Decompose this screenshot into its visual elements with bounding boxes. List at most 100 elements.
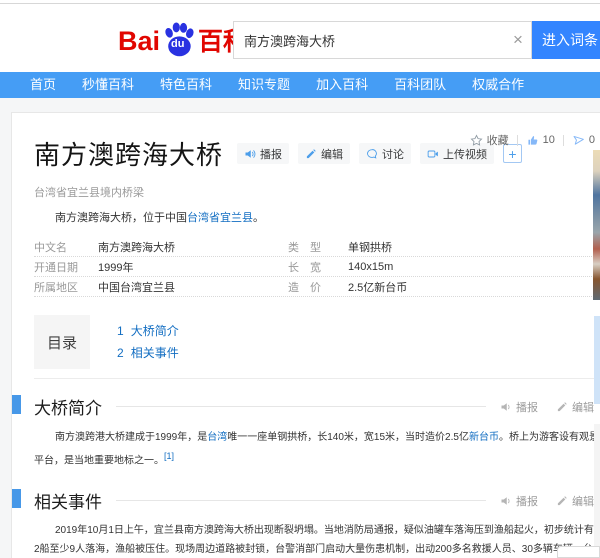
toc-item-2[interactable]: 2 相关事件 <box>117 342 179 364</box>
infobox-value: 中国台湾宜兰县 <box>98 281 175 294</box>
intro-text-end: 。 <box>253 212 264 224</box>
search-box: × <box>233 21 532 59</box>
infobox-value: 140x15m <box>348 260 394 273</box>
nav-item-tese[interactable]: 特色百科 <box>147 72 225 98</box>
collect-button[interactable]: 收藏 <box>470 132 509 148</box>
paragraph-line: 2船至少9人落海，渔船被压住。现场周边道路被封锁，台警消部门启动大量伤患机制，出… <box>34 544 593 556</box>
right-module-sliver <box>594 316 600 404</box>
section-actions: 播报 编辑 <box>500 399 594 415</box>
share-count: 0 <box>588 134 595 146</box>
infobox-label: 所属地区 <box>34 281 78 294</box>
baike-logo[interactable]: Bai du 百科 <box>118 21 248 59</box>
section-divider-line <box>116 500 486 502</box>
enter-entry-button[interactable]: 进入词条 <box>532 21 600 59</box>
page-actions: 收藏 10 0 <box>470 132 595 148</box>
section-title: 相关事件 <box>34 493 102 513</box>
share-button[interactable]: 0 <box>572 134 595 147</box>
infobox: 中文名 南方澳跨海大桥 类 型 单钢拱桥 开通日期 1999年 长 宽 140x… <box>34 237 594 297</box>
intro-location-link[interactable]: 台湾省宜兰县 <box>187 212 253 224</box>
share-icon <box>572 134 585 147</box>
nav-item-jiaru[interactable]: 加入百科 <box>303 72 381 98</box>
nav-item-quanwei[interactable]: 权威合作 <box>459 72 537 98</box>
chat-icon <box>366 148 378 160</box>
infobox-label: 开通日期 <box>34 261 78 274</box>
site-header: Bai du 百科 × 进入词条 <box>0 4 600 72</box>
text: 唯一一座单钢拱桥，长140米，宽15米，当时造价2.5亿 <box>227 432 469 443</box>
paragraph-line: 2019年10月1日上午，宜兰县南方澳跨海大桥出现断裂坍塌。当地消防局通报，疑似… <box>55 525 594 537</box>
section-marker <box>12 489 21 509</box>
collect-label: 收藏 <box>486 135 509 147</box>
toc-title: 目录 <box>34 315 90 369</box>
section-broadcast-label: 播报 <box>516 401 538 414</box>
toc-item-label: 相关事件 <box>130 346 179 360</box>
discuss-button[interactable]: 讨论 <box>359 143 412 164</box>
toc-item-number: 2 <box>117 346 124 360</box>
text: 平台，是当地重要地标之一。 <box>34 455 164 467</box>
logo-text-du: du <box>171 38 185 50</box>
divider <box>516 134 518 146</box>
taiwan-link[interactable]: 台湾 <box>207 432 227 443</box>
section-edit-button[interactable]: 编辑 <box>556 493 594 509</box>
pencil-icon <box>556 401 568 413</box>
nav-item-home[interactable]: 首页 <box>17 72 69 98</box>
section-marker <box>12 395 21 414</box>
discuss-label: 讨论 <box>382 148 405 161</box>
infobox-row: 所属地区 中国台湾宜兰县 造 价 2.5亿新台币 <box>34 277 594 297</box>
broadcast-button[interactable]: 播报 <box>237 143 290 164</box>
clear-search-icon[interactable]: × <box>505 21 531 59</box>
broadcast-label: 播报 <box>260 148 283 161</box>
text: 。桥上为游客设有观景 <box>498 432 599 443</box>
section-broadcast-button[interactable]: 播报 <box>500 399 538 415</box>
section-actions: 播报 编辑 <box>500 493 594 509</box>
main-navbar: 首页 秒懂百科 特色百科 知识专题 加入百科 百科团队 权威合作 <box>0 72 600 98</box>
search-input[interactable] <box>234 22 505 58</box>
article-card: 收藏 10 0 南方澳跨海大桥 播报 编辑 讨论 上传视频 + 台湾省宜兰县境内… <box>11 112 600 558</box>
section-title: 大桥简介 <box>34 399 102 418</box>
speaker-icon <box>500 401 512 413</box>
edit-label: 编辑 <box>321 148 344 161</box>
like-button[interactable]: 10 <box>526 134 555 147</box>
thumb-up-icon <box>526 134 539 147</box>
section-divider-line <box>116 406 486 407</box>
speaker-icon <box>500 495 512 507</box>
logo-text-bai: Bai <box>118 26 161 56</box>
bridge-photo-sliver[interactable] <box>593 150 600 300</box>
infobox-label: 造 价 <box>288 281 321 294</box>
nav-item-tuandui[interactable]: 百科团队 <box>381 72 459 98</box>
video-camera-icon <box>427 148 439 160</box>
infobox-row: 中文名 南方澳跨海大桥 类 型 单钢拱桥 <box>34 237 594 257</box>
pencil-icon <box>556 495 568 507</box>
infobox-value: 单钢拱桥 <box>348 241 392 254</box>
nav-item-zhishi[interactable]: 知识专题 <box>225 72 303 98</box>
star-icon <box>470 133 483 147</box>
section-header-events: 相关事件 播报 编辑 <box>12 488 594 513</box>
toc-list: 1 大桥简介 2 相关事件 <box>117 315 179 369</box>
section-header-intro: 大桥简介 播报 编辑 <box>12 394 594 419</box>
section-edit-button[interactable]: 编辑 <box>556 399 594 415</box>
intro-text: 南方澳跨海大桥，位于中国 <box>55 212 187 224</box>
pencil-icon <box>305 148 317 160</box>
section-events-paragraph: 2019年10月1日上午，宜兰县南方澳跨海大桥出现断裂坍塌。当地消防局通报，疑似… <box>34 521 600 558</box>
toc-item-1[interactable]: 1 大桥简介 <box>117 320 179 342</box>
paragraph-line: 平台，是当地重要地标之一。[1] <box>34 447 600 470</box>
reference-link[interactable]: [1] <box>164 451 174 461</box>
paragraph-line: 南方澳跨港大桥建成于1999年，是台湾唯一一座单钢拱桥，长140米，宽15米，当… <box>34 428 600 447</box>
infobox-label: 中文名 <box>34 241 67 254</box>
infobox-label: 长 宽 <box>288 261 321 274</box>
text: 南方澳跨港大桥建成于1999年，是 <box>55 432 208 443</box>
edit-button[interactable]: 编辑 <box>298 143 351 164</box>
floating-widget-corner <box>557 546 600 558</box>
section-broadcast-button[interactable]: 播报 <box>500 493 538 509</box>
infobox-value: 2.5亿新台币 <box>348 281 408 294</box>
right-module-sliver <box>594 424 600 546</box>
nav-item-miaodong[interactable]: 秒懂百科 <box>69 72 147 98</box>
section-intro-paragraph: 南方澳跨港大桥建成于1999年，是台湾唯一一座单钢拱桥，长140米，宽15米，当… <box>34 428 600 470</box>
infobox-row: 开通日期 1999年 长 宽 140x15m <box>34 257 594 277</box>
section-edit-label: 编辑 <box>572 401 594 414</box>
like-count: 10 <box>542 134 555 146</box>
toc-item-number: 1 <box>117 324 124 338</box>
ntd-link[interactable]: 新台币 <box>469 432 499 443</box>
infobox-value: 南方澳跨海大桥 <box>98 241 175 254</box>
table-of-contents: 目录 1 大桥简介 2 相关事件 <box>34 315 594 379</box>
section-edit-label: 编辑 <box>572 495 594 508</box>
